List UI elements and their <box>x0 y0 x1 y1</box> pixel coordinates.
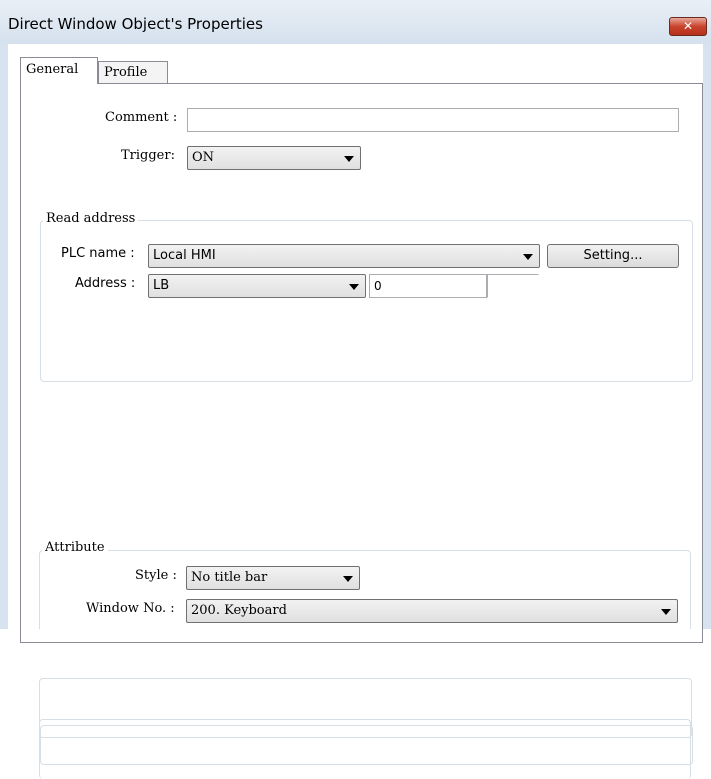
style-value: No title bar <box>191 570 268 585</box>
comment-input[interactable] <box>187 108 679 132</box>
style-label: Style : <box>135 568 177 583</box>
trigger-value: ON <box>192 150 215 165</box>
window-no-label: Window No. : <box>86 601 175 616</box>
window-no-value: 200. Keyboard <box>191 603 287 618</box>
read-address-group-title: Read address <box>43 211 139 226</box>
plc-name-select[interactable]: Local HMI <box>148 244 540 268</box>
comment-label: Comment : <box>105 110 178 125</box>
dialog-client-area: General Profile Comment : Trigger: ON Re… <box>8 44 703 765</box>
close-button[interactable]: ✕ <box>669 17 707 36</box>
tab-general[interactable]: General <box>20 57 98 84</box>
plc-name-value: Local HMI <box>153 248 216 263</box>
window-no-select[interactable]: 200. Keyboard <box>186 599 678 623</box>
chevron-down-icon <box>661 609 671 615</box>
window-frame-left <box>0 44 8 629</box>
attribute-group-title: Attribute <box>42 540 108 555</box>
trigger-label: Trigger: <box>121 148 175 163</box>
plc-name-label: PLC name : <box>61 246 135 261</box>
style-select[interactable]: No title bar <box>186 566 360 590</box>
setting-button[interactable]: Setting... <box>547 244 679 268</box>
window-title: Direct Window Object's Properties <box>8 15 263 33</box>
chevron-down-icon <box>523 254 533 260</box>
address-extra-field[interactable] <box>487 274 539 298</box>
window-frame-right <box>703 44 711 629</box>
close-icon: ✕ <box>682 19 694 33</box>
address-device-select[interactable]: LB <box>148 274 366 298</box>
trigger-select[interactable]: ON <box>187 146 361 170</box>
title-bar: Direct Window Object's Properties ✕ <box>0 0 711 44</box>
chevron-down-icon <box>343 576 353 582</box>
address-input[interactable]: 0 <box>369 274 487 298</box>
address-device-value: LB <box>153 278 170 293</box>
tab-profile[interactable]: Profile <box>98 61 168 84</box>
chevron-down-icon <box>349 284 359 290</box>
attribute-unused-141 <box>39 719 691 779</box>
address-label: Address : <box>75 276 136 291</box>
chevron-down-icon <box>344 156 354 162</box>
